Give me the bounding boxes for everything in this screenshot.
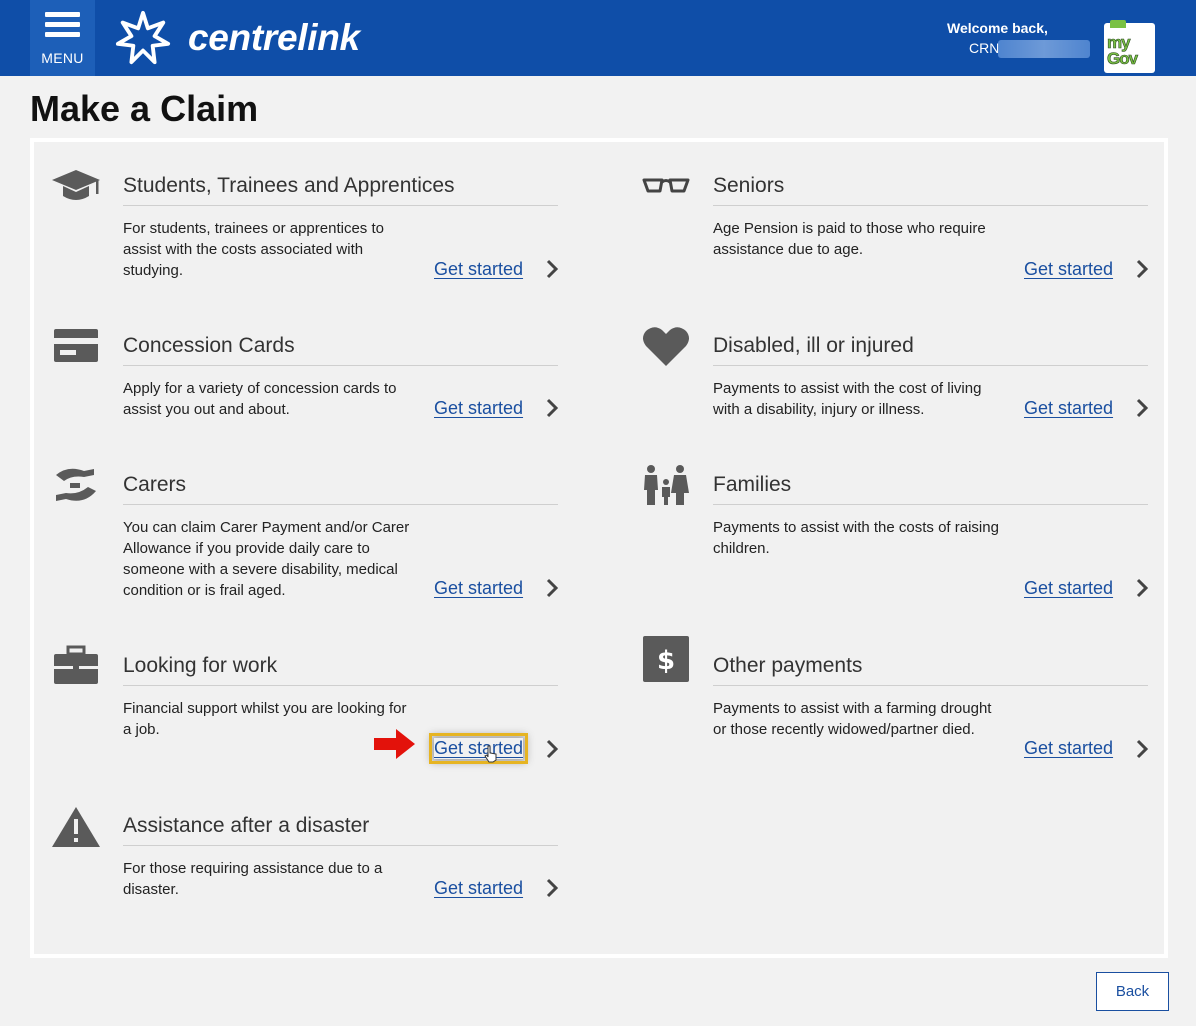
claim-carers: Carers You can claim Carer Payment and/o… bbox=[50, 463, 610, 623]
divider bbox=[123, 205, 558, 206]
centrelink-logo[interactable]: centrelink bbox=[114, 8, 360, 68]
divider bbox=[123, 365, 558, 366]
claim-disaster: Assistance after a disaster For those re… bbox=[50, 804, 610, 924]
claims-panel: Students, Trainees and Apprentices For s… bbox=[30, 138, 1168, 958]
divider bbox=[713, 205, 1148, 206]
get-started-link[interactable]: Get started bbox=[1024, 578, 1113, 599]
claim-students: Students, Trainees and Apprentices For s… bbox=[50, 164, 610, 304]
chevron-right-icon[interactable] bbox=[1135, 738, 1149, 760]
claim-title: Concession Cards bbox=[123, 334, 295, 357]
divider bbox=[123, 504, 558, 505]
mygov-tab bbox=[1110, 20, 1126, 28]
claim-description: Apply for a variety of concession cards … bbox=[123, 380, 397, 418]
claim-families: Families Payments to assist with the cos… bbox=[640, 463, 1196, 623]
claim-title: Seniors bbox=[713, 174, 785, 197]
chevron-right-icon[interactable] bbox=[1135, 577, 1149, 599]
crn-redacted bbox=[998, 40, 1090, 58]
page-title: Make a Claim bbox=[30, 88, 259, 129]
graduation-cap-icon bbox=[50, 164, 102, 210]
divider bbox=[123, 685, 558, 686]
claim-title: Families bbox=[713, 473, 792, 496]
chevron-right-icon[interactable] bbox=[545, 577, 559, 599]
chevron-right-icon[interactable] bbox=[1135, 397, 1149, 419]
dollar-icon: $ bbox=[640, 636, 692, 683]
mygov-text-2: Gov bbox=[1107, 49, 1139, 68]
mygov-logo[interactable]: my Gov bbox=[1104, 20, 1155, 73]
claim-description: Payments to assist with the costs of rai… bbox=[713, 519, 999, 557]
get-started-link[interactable]: Get started bbox=[1024, 738, 1113, 759]
claim-seniors: Seniors Age Pension is paid to those who… bbox=[640, 164, 1196, 304]
caring-hands-icon bbox=[50, 463, 102, 509]
heart-icon bbox=[640, 324, 692, 370]
centrelink-star-icon bbox=[115, 10, 171, 65]
claim-title: Looking for work bbox=[123, 654, 278, 677]
family-icon bbox=[640, 463, 692, 509]
divider bbox=[123, 845, 558, 846]
divider bbox=[713, 504, 1148, 505]
back-button[interactable]: Back bbox=[1096, 972, 1169, 1011]
red-arrow-icon bbox=[374, 729, 415, 759]
chevron-right-icon[interactable] bbox=[545, 877, 559, 899]
chevron-right-icon[interactable] bbox=[545, 258, 559, 280]
menu-label: MENU bbox=[41, 50, 84, 66]
crn-label: CRN bbox=[969, 40, 1000, 56]
claim-description: For students, trainees or apprentices to… bbox=[123, 220, 384, 279]
glasses-icon bbox=[640, 164, 692, 210]
get-started-link[interactable]: Get started bbox=[1024, 259, 1113, 280]
claim-other-payments: $ Other payments Payments to assist with… bbox=[640, 636, 1196, 777]
header-bar: MENU centrelink Welcome back, CRN my Gov bbox=[0, 0, 1196, 76]
chevron-right-icon[interactable] bbox=[545, 397, 559, 419]
briefcase-icon bbox=[50, 644, 102, 690]
claim-description: For those requiring assistance due to a … bbox=[123, 860, 383, 898]
claim-title: Other payments bbox=[713, 654, 863, 677]
svg-text:$: $ bbox=[657, 646, 675, 676]
menu-button[interactable]: MENU bbox=[30, 0, 95, 76]
claim-concession-cards: Concession Cards Apply for a variety of … bbox=[50, 324, 610, 444]
claim-title: Students, Trainees and Apprentices bbox=[123, 174, 455, 197]
get-started-link[interactable]: Get started bbox=[1024, 398, 1113, 419]
claim-description: Financial support whilst you are looking… bbox=[123, 700, 407, 738]
claim-looking-for-work: Looking for work Financial support whils… bbox=[50, 644, 610, 784]
hand-cursor-icon bbox=[484, 745, 497, 763]
claim-description: Payments to assist with the cost of livi… bbox=[713, 380, 982, 418]
claim-title: Carers bbox=[123, 473, 187, 496]
chevron-right-icon[interactable] bbox=[1135, 258, 1149, 280]
get-started-link-focused[interactable]: Get started bbox=[428, 733, 529, 764]
warning-icon bbox=[50, 804, 102, 850]
brand-name: centrelink bbox=[188, 17, 360, 58]
get-started-link[interactable]: Get started bbox=[434, 398, 523, 419]
claim-description: You can claim Carer Payment and/or Carer… bbox=[123, 519, 410, 599]
get-started-link[interactable]: Get started bbox=[434, 578, 523, 599]
chevron-right-icon[interactable] bbox=[545, 738, 559, 760]
divider bbox=[713, 685, 1148, 686]
claim-disabled: Disabled, ill or injured Payments to ass… bbox=[640, 324, 1196, 444]
claim-title: Disabled, ill or injured bbox=[713, 334, 914, 357]
divider bbox=[713, 365, 1148, 366]
claim-title: Assistance after a disaster bbox=[123, 814, 370, 837]
card-icon bbox=[50, 324, 102, 370]
claim-description: Payments to assist with a farming drough… bbox=[713, 700, 992, 738]
get-started-link[interactable]: Get started bbox=[434, 259, 523, 280]
welcome-text: Welcome back, bbox=[947, 20, 1048, 36]
get-started-link[interactable]: Get started bbox=[434, 878, 523, 899]
hamburger-icon bbox=[45, 12, 80, 42]
claim-description: Age Pension is paid to those who require… bbox=[713, 220, 986, 258]
